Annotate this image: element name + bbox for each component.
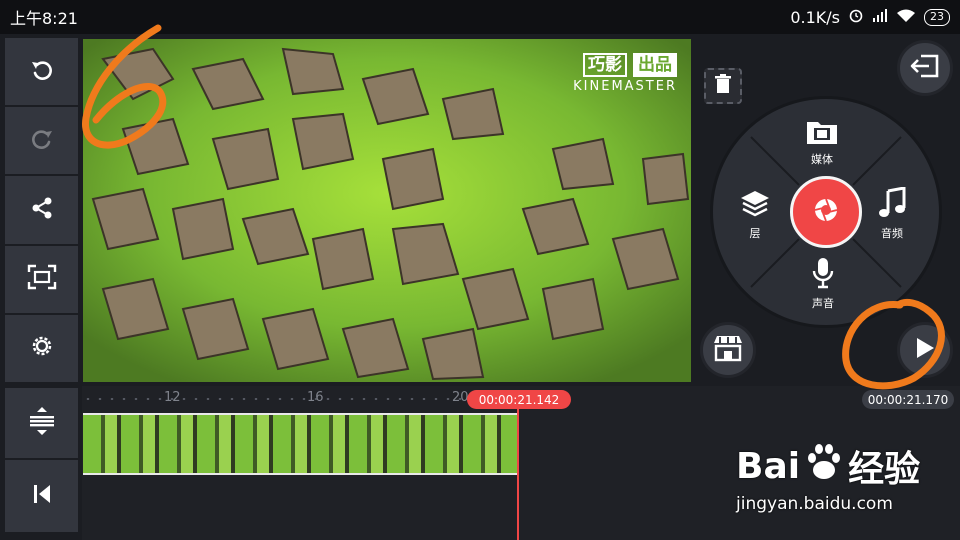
baidu-jingyan-watermark: Bai 经验 jingyan.baidu.com [736,440,926,520]
baidu-paw-icon [804,443,844,490]
status-bar: 上午8:21 0.1K/s 23 [0,0,960,34]
wheel-voice-button[interactable]: 声音 [811,257,835,311]
baidu-url: jingyan.baidu.com [736,494,893,514]
alarm-icon [848,7,864,27]
aspect-ratio-button[interactable] [5,245,78,315]
ruler-label: 12 [164,390,181,405]
ruler-label: 16 [307,390,324,405]
undo-button[interactable] [5,38,78,108]
microphone-icon [811,257,835,292]
play-icon [914,336,936,364]
timeline-toolbar [5,388,78,536]
film-folder-icon [806,119,838,148]
aspect-ratio-icon [27,264,57,294]
kinemaster-watermark: 巧影 出品 KINEMASTER [573,53,677,94]
wheel-media-button[interactable]: 媒体 [806,119,838,167]
timeline-expand-button[interactable] [5,388,78,460]
expand-vertical-icon [28,406,56,440]
undo-icon [28,56,56,88]
wheel-voice-label: 声音 [812,297,834,310]
media-wheel-menu: 媒体 层 音频 声音 [710,96,942,328]
wheel-audio-label: 音频 [881,227,903,240]
share-button[interactable] [5,176,78,246]
playhead-line[interactable] [517,398,519,540]
share-icon [28,194,56,226]
wifi-icon [896,8,916,27]
signal-icon [872,8,888,27]
store-icon [712,334,744,366]
video-clip[interactable] [83,413,517,475]
watermark-brand-cn: 巧影 [583,53,627,77]
status-time: 上午8:21 [10,9,78,28]
play-button[interactable] [897,322,953,378]
watermark-produced: 出品 [633,53,677,77]
status-icons: 0.1K/s 23 [790,7,950,27]
asset-store-button[interactable] [700,322,756,378]
network-speed: 0.1K/s [790,7,840,27]
redo-icon [28,125,56,157]
settings-button[interactable] [5,314,78,383]
battery-indicator: 23 [924,8,950,26]
settings-gear-icon [28,332,56,364]
wheel-layer-button[interactable]: 层 [739,189,771,241]
record-button[interactable] [790,176,862,248]
skip-to-start-icon [31,483,53,509]
trash-icon [714,74,732,98]
video-preview[interactable]: 巧影 出品 KINEMASTER [83,39,691,382]
camera-aperture-icon [811,195,841,229]
wheel-layer-label: 层 [749,227,761,240]
total-duration: 00:00:21.170 [862,390,954,409]
jump-to-start-button[interactable] [5,460,78,532]
jingyan-logo-text: 经验 [848,449,921,490]
baidu-logo-text: Bai [736,445,801,487]
kinemaster-editor: 上午8:21 0.1K/s 23 巧影 出品 KINEMASTER 媒体 层 音… [0,0,960,540]
left-toolbar [5,38,78,383]
redo-button[interactable] [5,107,78,177]
music-note-icon [878,186,906,222]
exit-button[interactable] [897,40,953,96]
exit-icon [909,52,941,84]
watermark-kinemaster: KINEMASTER [573,79,677,94]
playhead-time: 00:00:21.142 [467,390,571,409]
layers-icon [739,189,771,222]
wheel-media-label: 媒体 [811,153,833,166]
wheel-audio-button[interactable]: 音频 [878,186,906,241]
